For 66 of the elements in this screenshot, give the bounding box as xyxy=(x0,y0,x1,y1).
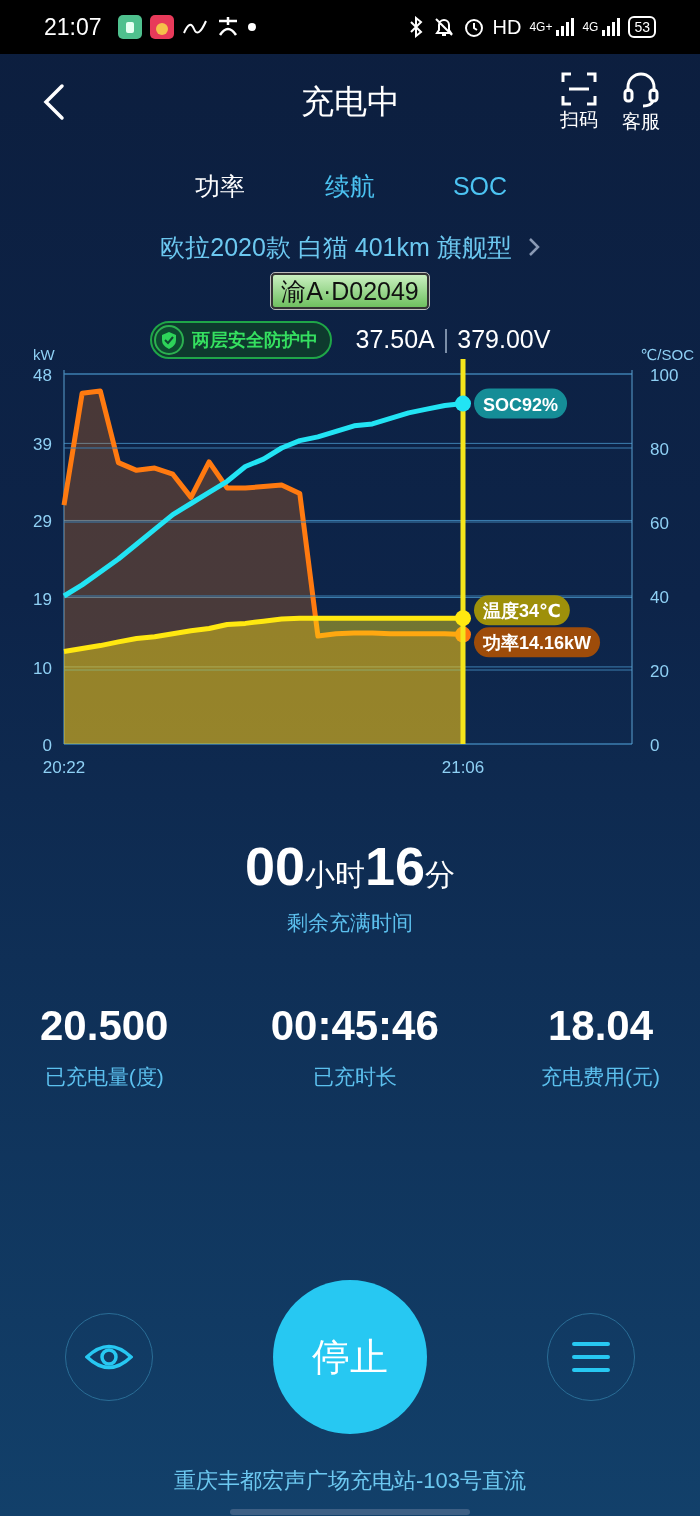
stat-label: 充电费用(元) xyxy=(541,1063,660,1090)
dot-icon xyxy=(247,23,256,31)
station-name: 重庆丰都宏声广场充电站-103号直流 xyxy=(173,1467,526,1495)
axis-label: 80 xyxy=(650,440,669,459)
status-time: 21:07 xyxy=(44,12,102,42)
vehicle-model-link[interactable]: 欧拉2020款 白猫 401km 旗舰型 xyxy=(154,227,546,267)
value-label: 温度34℃ xyxy=(474,595,570,626)
data-point xyxy=(455,610,471,627)
axis-label: 10 xyxy=(33,658,52,678)
axis-label: 0 xyxy=(42,736,52,755)
axis-label: 21:06 xyxy=(441,758,485,777)
page-title: 充电中 xyxy=(300,82,400,123)
bell-off-icon xyxy=(432,16,455,38)
stat-value: 20.500 xyxy=(40,1004,169,1047)
axis-label: 60 xyxy=(650,514,669,533)
value-label: 功率14.16kW xyxy=(474,627,601,658)
app-icon xyxy=(149,15,174,39)
hours-unit: 小时 xyxy=(305,858,365,893)
value-label: SOC92% xyxy=(474,388,568,419)
tab[interactable]: 续航 xyxy=(320,158,380,220)
protection-badge: 两层安全防护中 xyxy=(149,321,332,359)
signal-icon xyxy=(602,18,621,36)
axis-label: 39 xyxy=(33,435,52,455)
scan-icon xyxy=(561,71,597,106)
tab[interactable]: SOC xyxy=(450,158,510,220)
axis-title: ℃/SOC xyxy=(640,346,694,363)
axis-label: 20 xyxy=(650,662,669,681)
annotation: SOC92% xyxy=(483,394,559,415)
stat-label: 已充时长 xyxy=(312,1063,397,1090)
axis-label: 19 xyxy=(33,589,52,609)
stat-value: 18.04 xyxy=(547,1004,654,1047)
stat-value: 00:45:46 xyxy=(270,1004,439,1047)
axis-label: 20:22 xyxy=(42,758,86,777)
axis-label: 29 xyxy=(33,512,52,532)
eye-icon xyxy=(85,1342,133,1372)
axis-label: 0 xyxy=(650,736,660,755)
axis-label: 40 xyxy=(650,588,669,607)
menu-icon xyxy=(572,1341,610,1373)
axis-label: 48 xyxy=(33,366,52,385)
minutes-value: 16 xyxy=(365,839,426,893)
hd-label: HD xyxy=(492,15,522,40)
network-label: 4G xyxy=(582,19,599,36)
remaining-time-label: 剩余充满时间 xyxy=(287,910,413,936)
battery-indicator: 53 xyxy=(628,16,656,38)
axis-title: kW xyxy=(33,346,55,363)
stat-label: 已充电量(度) xyxy=(44,1063,164,1090)
annotation: 温度34℃ xyxy=(482,601,561,622)
voltage-reading: 379.00V xyxy=(457,324,551,356)
minutes-unit: 分 xyxy=(425,858,456,893)
separator: | xyxy=(442,324,450,356)
signal-icon xyxy=(556,18,575,36)
network-label: 4G+ xyxy=(529,19,553,36)
hours-value: 00 xyxy=(244,839,305,893)
alarm-icon xyxy=(462,16,485,38)
data-point xyxy=(455,395,471,412)
shield-icon xyxy=(153,325,184,355)
service-button[interactable]: 客服 xyxy=(622,71,660,133)
app-icon xyxy=(117,15,142,39)
chevron-right-icon xyxy=(527,237,540,258)
tab[interactable]: 功率 xyxy=(190,158,250,220)
scan-button[interactable]: 扫码 xyxy=(560,71,598,133)
data-point xyxy=(455,626,471,643)
current-reading: 37.50A xyxy=(355,324,435,356)
axis-label: 100 xyxy=(650,366,679,385)
license-plate: 渝A·D02049 xyxy=(271,273,429,309)
headset-icon xyxy=(623,71,659,108)
